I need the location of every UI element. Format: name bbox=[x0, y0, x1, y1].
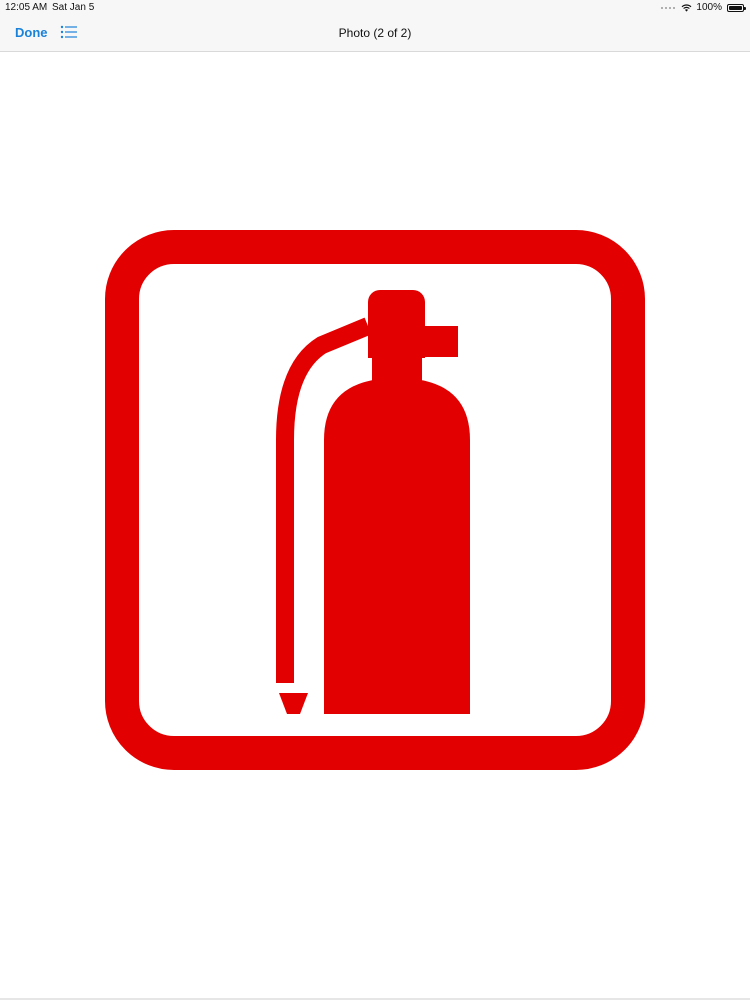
photo-viewer[interactable] bbox=[0, 53, 750, 998]
page-title: Photo (2 of 2) bbox=[0, 26, 750, 40]
battery-icon bbox=[727, 4, 744, 12]
wifi-icon bbox=[681, 4, 692, 12]
status-date: Sat Jan 5 bbox=[52, 2, 94, 13]
navigation-bar: Done Photo (2 of 2) bbox=[0, 16, 750, 52]
battery-percent: 100% bbox=[696, 2, 722, 13]
status-bar: 12:05 AM Sat Jan 5 100% bbox=[0, 0, 750, 16]
status-right-group: 100% bbox=[661, 2, 744, 13]
status-time: 12:05 AM bbox=[5, 2, 47, 13]
signal-dots-icon bbox=[661, 7, 675, 9]
fire-extinguisher-sign-image bbox=[0, 53, 750, 998]
